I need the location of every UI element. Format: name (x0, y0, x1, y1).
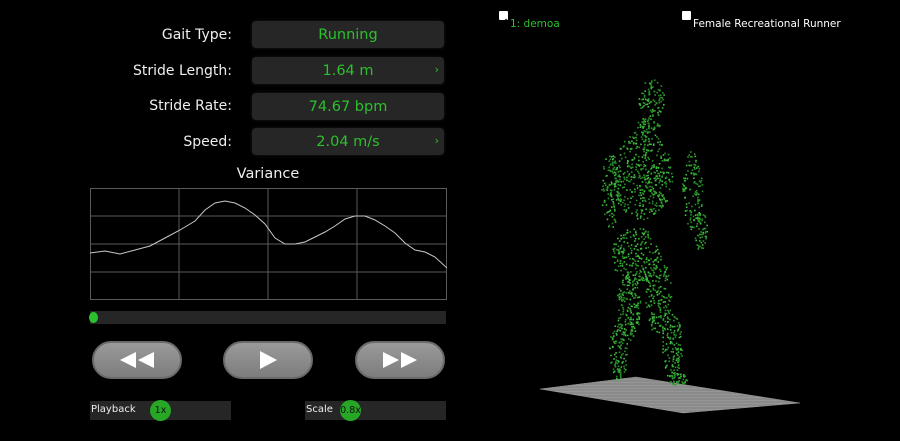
legend-female-runner: Female Recreational Runner (693, 18, 841, 30)
speed-field[interactable]: 2.04 m/s › (252, 128, 444, 155)
female-runner-checkbox[interactable] (682, 11, 691, 20)
gait-type-value: Running (318, 26, 378, 43)
stride-length-field[interactable]: 1.64 m › (252, 57, 444, 84)
fast-forward-button[interactable] (355, 341, 445, 379)
stride-rate-field[interactable]: 74.67 bpm (252, 93, 444, 120)
demoa-checkbox[interactable] (499, 11, 508, 25)
playback-knob[interactable]: 1x (150, 400, 171, 421)
scale-knob[interactable]: 0.8x (340, 400, 361, 421)
stride-rate-value: 74.67 bpm (308, 98, 388, 115)
stride-length-value: 1.64 m (322, 62, 374, 79)
play-button[interactable] (223, 341, 313, 379)
stride-rate-label: Stride Rate: (149, 98, 232, 114)
fast-forward-icon (383, 352, 417, 368)
model-viewport[interactable] (460, 40, 900, 441)
playback-value: 1x (154, 405, 167, 416)
variance-graph (90, 188, 447, 300)
speed-value: 2.04 m/s (316, 133, 380, 150)
fast-rewind-icon (120, 352, 154, 368)
rewind-button[interactable] (92, 341, 182, 379)
gait-type-label: Gait Type: (161, 27, 232, 43)
variance-title: Variance (236, 166, 300, 182)
legend-demoa: 1: demoa (510, 18, 560, 30)
scale-label: Scale (306, 404, 333, 415)
chevron-right-icon[interactable]: › (435, 63, 439, 76)
gait-type-field[interactable]: Running (252, 21, 444, 48)
scale-value: 0.8x (340, 405, 361, 416)
speed-label: Speed: (183, 134, 232, 150)
graph-grid (90, 188, 447, 300)
stride-length-label: Stride Length: (133, 63, 232, 79)
seek-handle[interactable] (89, 312, 98, 323)
checkmark-icon (500, 18, 507, 25)
seek-bar[interactable] (90, 311, 446, 324)
play-icon (260, 351, 277, 369)
point-cloud-figure (601, 79, 709, 386)
playback-label: Playback (91, 404, 136, 415)
chevron-right-icon[interactable]: › (435, 134, 439, 147)
